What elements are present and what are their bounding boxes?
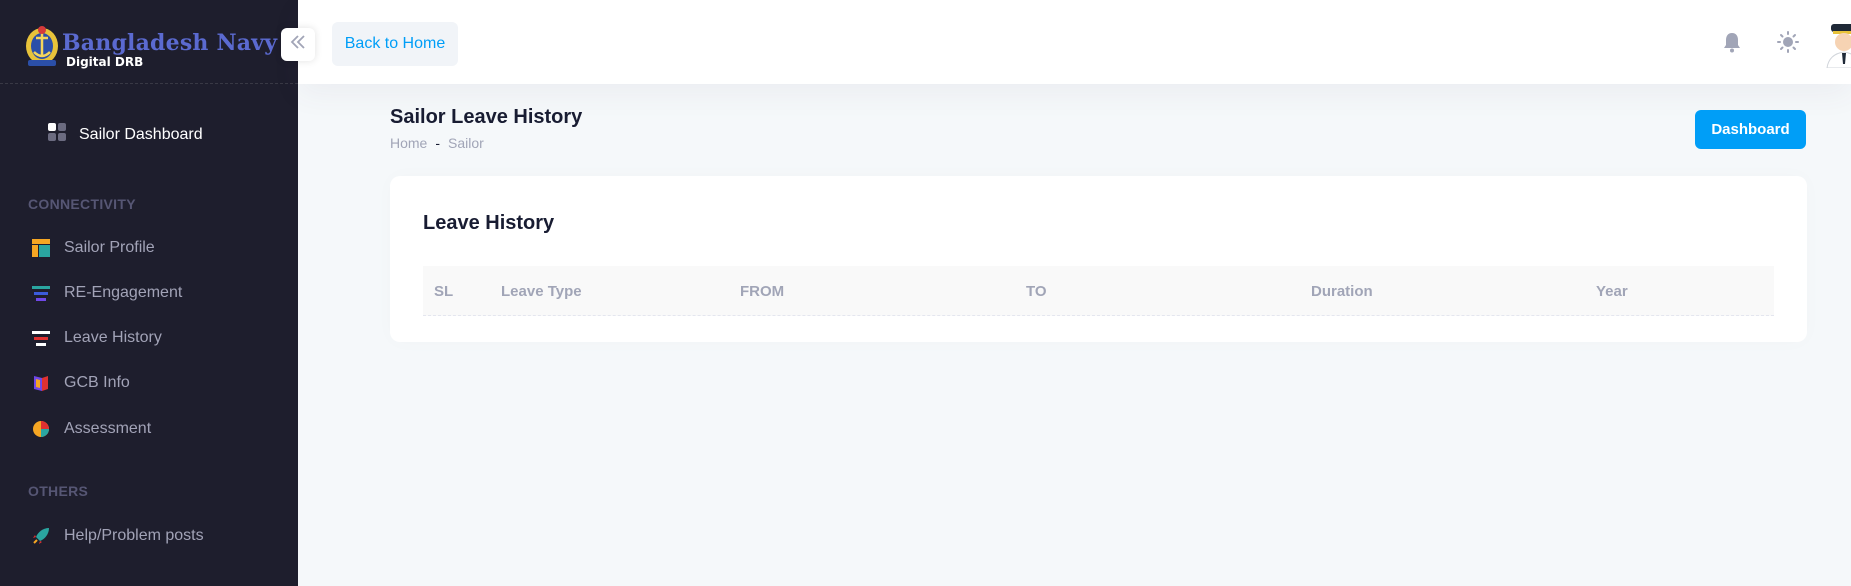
breadcrumb: Home - Sailor [390,135,484,151]
sidebar-item-label: Sailor Dashboard [79,125,203,143]
sidebar-item-label: GCB Info [64,374,130,391]
brand-subtitle: Digital DRB [66,55,144,69]
double-chevron-left-icon [290,35,306,54]
sidebar-item-leave-history[interactable]: Leave History [32,329,162,347]
column-header-sl: SL [434,283,454,300]
card-title: Leave History [423,212,555,234]
column-header-duration: Duration [1311,283,1373,300]
pie-icon [32,420,50,438]
layout-icon [32,239,50,257]
section-title-others: OTHERS [28,483,89,499]
navy-emblem-logo [22,18,62,68]
notification-bell-icon[interactable] [1720,30,1744,54]
column-header-year: Year [1596,283,1628,300]
sidebar-item-label: Sailor Profile [64,239,155,256]
dashboard-button[interactable]: Dashboard [1695,110,1806,149]
sidebar-item-label: Help/Problem posts [64,527,204,544]
breadcrumb-home[interactable]: Home [390,135,427,151]
column-header-to: TO [1026,283,1047,300]
sidebar-item-gcb-info[interactable]: GCB Info [32,374,130,392]
column-header-from: FROM [740,283,785,300]
book-icon [32,374,50,392]
stack-icon [32,284,50,302]
sidebar-item-assessment[interactable]: Assessment [32,420,151,438]
list-icon [32,329,50,347]
brand-title: Bangladesh Navy [62,30,278,56]
breadcrumb-separator: - [435,135,441,151]
theme-sun-icon[interactable] [1776,30,1800,54]
dashboard-grid-icon [47,122,67,147]
sidebar-logo-area: Bangladesh Navy Digital DRB [0,0,298,84]
page-title: Sailor Leave History [390,106,583,128]
sidebar-item-dashboard[interactable]: Sailor Dashboard [47,122,203,147]
sidebar-toggle-button[interactable] [281,28,315,61]
sidebar-item-label: Leave History [64,329,162,346]
sidebar-item-label: Assessment [64,420,152,437]
back-to-home-button[interactable]: Back to Home [332,22,458,66]
sidebar: Bangladesh Navy Digital DRB Sailor Dashb… [0,0,298,586]
sidebar-item-label: RE-Engagement [64,284,183,301]
section-title-connectivity: CONNECTIVITY [28,196,136,212]
sidebar-item-re-engagement[interactable]: RE-Engagement [32,284,182,302]
leave-history-table-header: SL Leave Type FROM TO Duration Year [423,266,1774,316]
column-header-leave-type: Leave Type [501,283,582,300]
top-header: Back to Home [298,0,1851,84]
leave-history-card: Leave History SL Leave Type FROM TO Dura… [390,176,1807,342]
sidebar-item-sailor-profile[interactable]: Sailor Profile [32,239,155,257]
rocket-icon [32,527,50,545]
user-avatar[interactable] [1823,18,1851,68]
breadcrumb-sailor: Sailor [448,135,484,151]
sidebar-item-help-problem-posts[interactable]: Help/Problem posts [32,527,204,545]
